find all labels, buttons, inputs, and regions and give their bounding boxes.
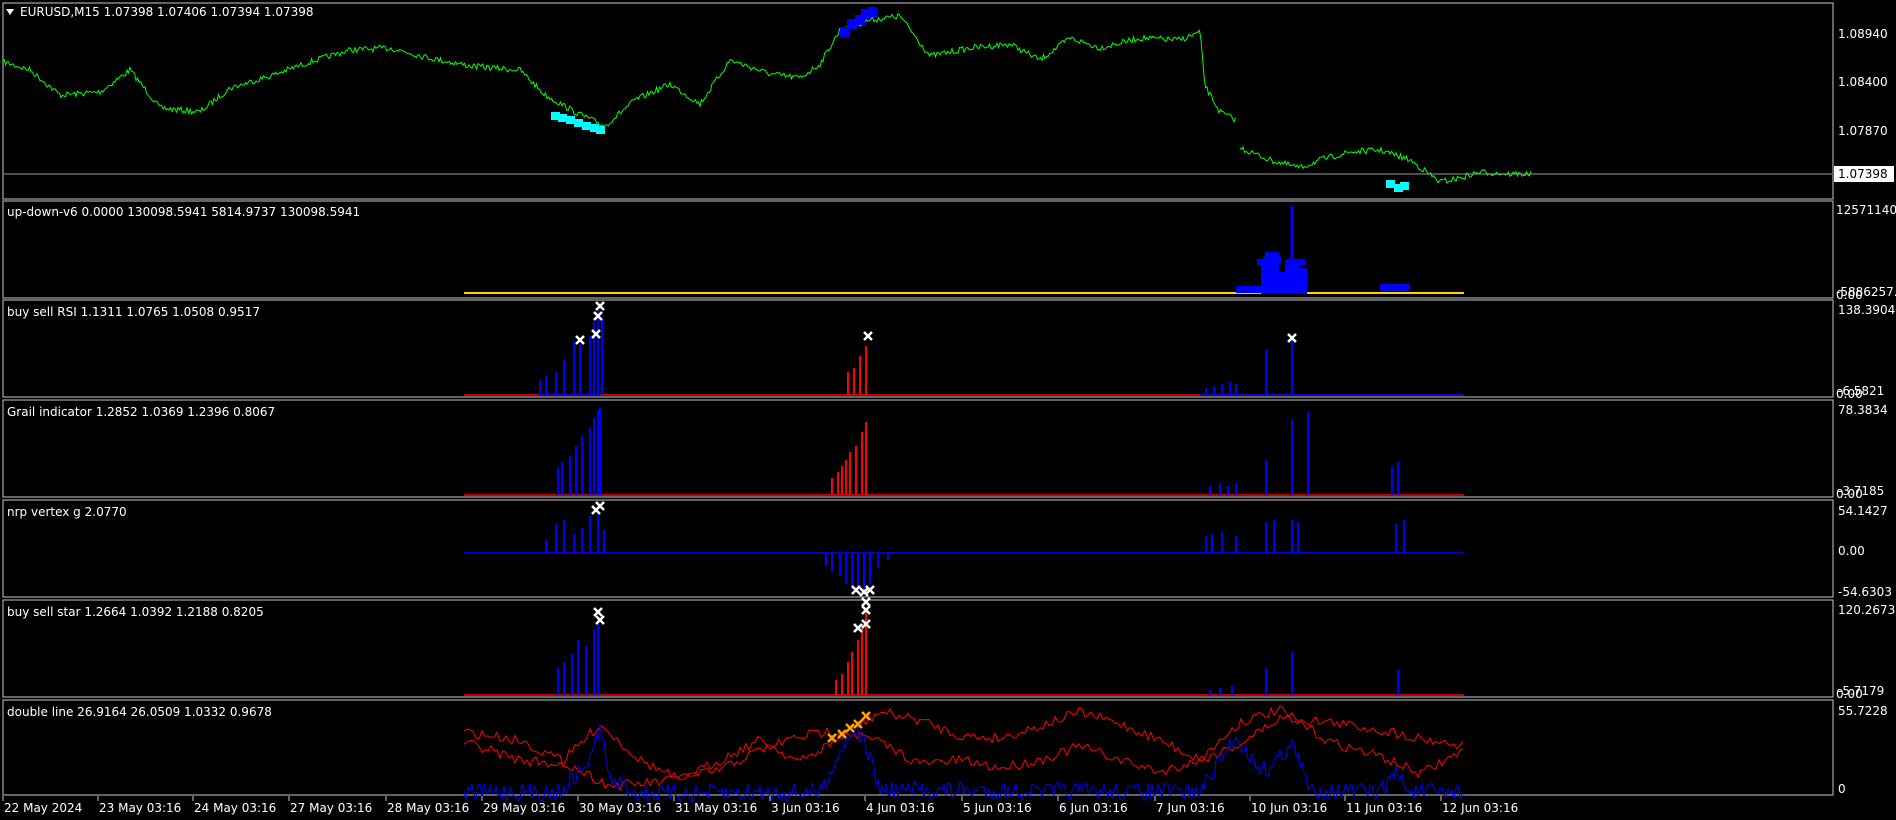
signal-marker (1400, 182, 1409, 190)
signal-marker (574, 119, 583, 127)
signal-marker (596, 126, 605, 134)
scale-label-double-line: 0 (1838, 782, 1846, 796)
time-axis-label: 30 May 03:16 (579, 801, 661, 815)
double-line-series (463, 704, 1464, 779)
indicator-cap (1287, 259, 1305, 265)
price-line (1239, 145, 1532, 185)
indicator-cap (1263, 257, 1281, 263)
signal-marker (1386, 180, 1395, 188)
trading-chart-window[interactable]: EURUSD,M15 1.07398 1.07406 1.07394 1.073… (0, 0, 1896, 820)
symbol-header: EURUSD,M15 1.07398 1.07406 1.07394 1.073… (20, 5, 314, 19)
signal-cross (595, 501, 605, 511)
time-axis-label: 12 Jun 03:16 (1442, 801, 1518, 815)
signal-cross (595, 301, 605, 311)
pane-frame-price (2, 2, 1834, 200)
price-line (3, 12, 1236, 128)
time-axis-label: 3 Jun 03:16 (771, 801, 840, 815)
price-scale-label: 1.08400 (1838, 75, 1888, 89)
pane-title-double-line: double line 26.9164 26.0509 1.0332 0.967… (7, 705, 272, 719)
scale-label-buy-sell-star: 0.00 (1836, 687, 1863, 701)
time-axis: 22 May 2024 23 May 03:16 24 May 03:16 27 Ma… (2, 796, 1518, 815)
indicator-block (1380, 284, 1410, 291)
chart-canvas[interactable]: EURUSD,M15 1.07398 1.07406 1.07394 1.073… (0, 0, 1896, 820)
scale-label-grail-indicator: 78.3834 (1838, 403, 1888, 417)
pane-frame-double-line (2, 699, 1834, 796)
time-axis-label: 22 May 2024 (4, 801, 82, 815)
scale-label-grail-indicator: 0.00 (1836, 487, 1863, 501)
indicator-bar (1293, 268, 1307, 294)
pane-frame-buy-sell-star (2, 599, 1834, 698)
signal-cross (861, 597, 871, 607)
signal-marker (566, 116, 575, 124)
time-axis-label: 27 May 03:16 (290, 801, 372, 815)
pane-title-up-down-v6: up-down-v6 0.0000 130098.5941 5814.9737 … (7, 205, 360, 219)
time-axis-label: 29 May 03:16 (483, 801, 565, 815)
scale-label-buy-sell-rsi: 138.3904 (1838, 303, 1895, 317)
pane-title-buy-sell-star: buy sell star 1.2664 1.0392 1.2188 0.820… (7, 605, 264, 619)
pane-frame-nrp-vertex-g (2, 499, 1834, 598)
time-axis-label: 10 Jun 03:16 (1251, 801, 1327, 815)
time-axis-label: 23 May 03:16 (99, 801, 181, 815)
time-axis-label: 31 May 03:16 (675, 801, 757, 815)
indicator-bar (1273, 272, 1287, 294)
signal-marker (867, 7, 877, 17)
scale-label-up-down-v6: 0.00 (1836, 288, 1863, 302)
pane-frame-buy-sell-rsi (2, 299, 1834, 398)
time-axis-label: 7 Jun 03:16 (1156, 801, 1225, 815)
price-scale-label: 1.08940 (1838, 27, 1888, 41)
scale-label-nrp-vertex-g: -54.6303 (1838, 585, 1892, 599)
scale-label-nrp-vertex-g: 54.1427 (1838, 504, 1888, 518)
triangle-down-icon[interactable] (6, 9, 14, 15)
time-axis-label: 6 Jun 03:16 (1059, 801, 1128, 815)
signal-cross (575, 335, 585, 345)
pane-title-grail-indicator: Grail indicator 1.2852 1.0369 1.2396 0.8… (7, 405, 275, 419)
pane-frame-grail-indicator (2, 399, 1834, 498)
signal-cross (851, 585, 861, 595)
pane-title-nrp-vertex-g: nrp vertex g 2.0770 (7, 505, 127, 519)
signal-marker (558, 114, 567, 122)
scale-label-nrp-vertex-g: 0.00 (1838, 544, 1865, 558)
scale-label-buy-sell-star: 120.2673 (1838, 603, 1895, 617)
scale-label-up-down-v6: 12571140 (1836, 203, 1896, 217)
scale-label-double-line: 55.7228 (1838, 704, 1888, 718)
time-axis-label: 4 Jun 03:16 (866, 801, 935, 815)
double-line-series (463, 722, 1465, 803)
signal-marker (582, 122, 591, 130)
time-axis-label: 24 May 03:16 (194, 801, 276, 815)
pane-title-buy-sell-rsi: buy sell RSI 1.1311 1.0765 1.0508 0.9517 (7, 305, 260, 319)
time-axis-label: 11 Jun 03:16 (1346, 801, 1422, 815)
scale-label-buy-sell-rsi: 0.00 (1836, 387, 1863, 401)
time-axis-label: 28 May 03:16 (387, 801, 469, 815)
signal-cross (593, 607, 603, 617)
current-price-label: 1.07398 (1838, 167, 1888, 181)
signal-cross (863, 331, 873, 341)
price-scale-label: 1.07870 (1838, 124, 1888, 138)
signal-cross (853, 623, 863, 633)
time-axis-label: 5 Jun 03:16 (963, 801, 1032, 815)
